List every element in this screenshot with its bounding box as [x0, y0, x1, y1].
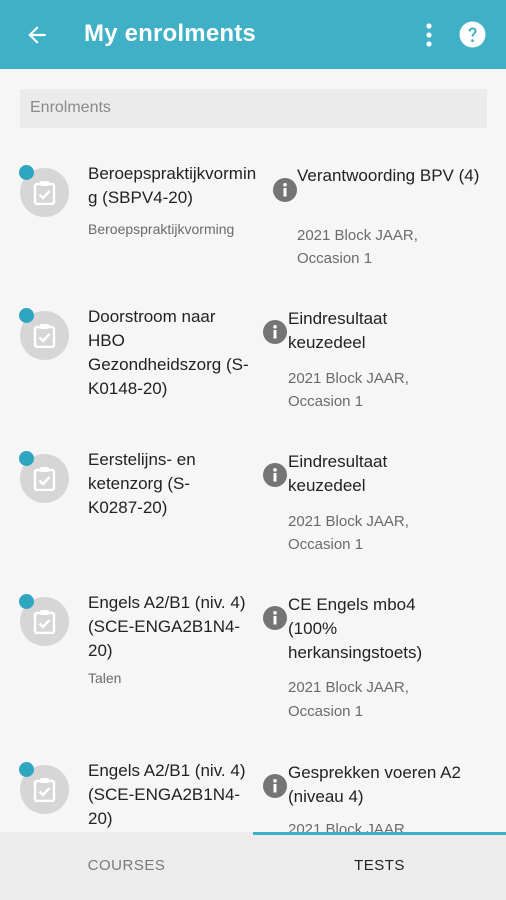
- list-item[interactable]: Doorstroom naar HBO Gezondheidszorg (S-K…: [0, 283, 506, 426]
- active-tab-indicator: [253, 832, 506, 835]
- help-circle-icon[interactable]: [459, 21, 486, 48]
- info-icon[interactable]: [273, 178, 297, 202]
- test-name: Eindresultaat keuzedeel: [288, 452, 388, 495]
- status-dot: [19, 762, 34, 777]
- test-name: Gesprekken voeren A2 (niveau 4): [288, 763, 461, 806]
- status-dot: [19, 594, 34, 609]
- section-header: Enrolments: [20, 89, 487, 128]
- list-item[interactable]: Engels A2/B1 (niv. 4) (SCE-ENGA2B1N4-20)…: [0, 737, 506, 832]
- app-bar: My enrolments: [0, 0, 506, 69]
- test-period: 2021 Block JAAR,: [288, 821, 409, 832]
- test-occasion: Occasion 1: [288, 536, 364, 553]
- course-name: Beroepspraktijkvorming (SBPV4-20): [88, 164, 257, 207]
- info-icon[interactable]: [263, 320, 287, 344]
- more-vertical-icon[interactable]: [420, 22, 438, 48]
- page-title: My enrolments: [84, 20, 256, 47]
- list-item[interactable]: Eerstelijns- en ketenzorg (S-K0287-20) E…: [0, 426, 506, 569]
- test-occasion: Occasion 1: [297, 250, 373, 267]
- course-category: Beroepspraktijkvorming: [88, 221, 235, 237]
- list-item[interactable]: Beroepspraktijkvorming (SBPV4-20) Beroep…: [0, 140, 506, 283]
- status-dot: [19, 451, 34, 466]
- course-category: Talen: [88, 670, 122, 686]
- course-name: Engels A2/B1 (niv. 4) (SCE-ENGA2B1N4-20): [88, 593, 246, 660]
- test-occasion: Occasion 1: [288, 393, 364, 410]
- bottom-tab-bar: COURSES TESTS: [0, 832, 506, 900]
- tab-courses-label: COURSES: [87, 857, 166, 874]
- arrow-left-icon[interactable]: [24, 22, 50, 48]
- clipboard-check-icon: [33, 778, 56, 802]
- info-icon[interactable]: [263, 606, 287, 630]
- info-icon[interactable]: [263, 463, 287, 487]
- tab-courses[interactable]: COURSES: [0, 832, 253, 900]
- clipboard-check-icon: [33, 324, 56, 348]
- list-item[interactable]: Engels A2/B1 (niv. 4) (SCE-ENGA2B1N4-20)…: [0, 569, 506, 737]
- test-name: CE Engels mbo4 (100% herkansingstoets): [288, 595, 423, 662]
- status-dot: [19, 308, 34, 323]
- status-dot: [19, 165, 34, 180]
- course-name: Eerstelijns- en ketenzorg (S-K0287-20): [88, 450, 196, 517]
- test-name: Verantwoording BPV (4): [297, 166, 480, 185]
- course-name: Doorstroom naar HBO Gezondheidszorg (S-K…: [88, 307, 249, 398]
- info-icon[interactable]: [263, 774, 287, 798]
- clipboard-check-icon: [33, 181, 56, 205]
- test-period: 2021 Block JAAR,: [288, 370, 409, 387]
- clipboard-check-icon: [33, 610, 56, 634]
- enrolment-list: Beroepspraktijkvorming (SBPV4-20) Beroep…: [0, 140, 506, 832]
- clipboard-check-icon: [33, 467, 56, 491]
- tab-tests[interactable]: TESTS: [253, 832, 506, 900]
- test-occasion: Occasion 1: [288, 703, 364, 720]
- test-period: 2021 Block JAAR,: [288, 513, 409, 530]
- tab-tests-label: TESTS: [354, 857, 405, 874]
- course-name: Engels A2/B1 (niv. 4) (SCE-ENGA2B1N4-20): [88, 761, 246, 828]
- test-name: Eindresultaat keuzedeel: [288, 309, 388, 352]
- test-period: 2021 Block JAAR,: [297, 227, 418, 244]
- test-period: 2021 Block JAAR,: [288, 679, 409, 696]
